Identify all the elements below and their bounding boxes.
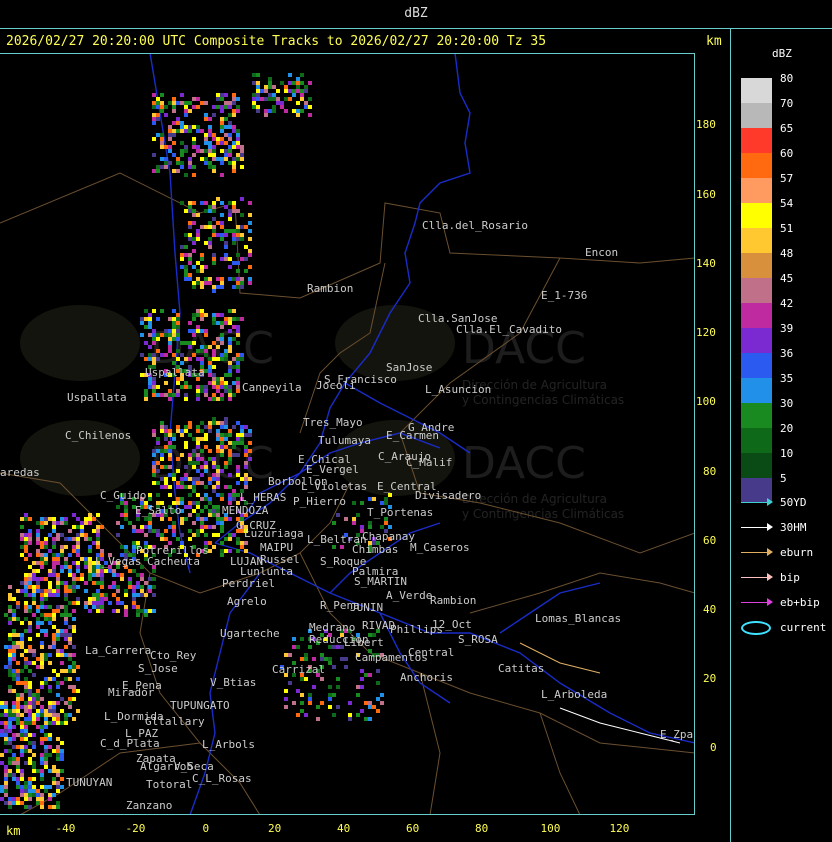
- dbz-swatch: [741, 428, 772, 453]
- x-tick-label: 100: [540, 822, 561, 835]
- x-tick-label: -20: [125, 822, 146, 835]
- dbz-value-label: 39: [780, 322, 794, 335]
- dbz-value-label: 57: [780, 172, 794, 185]
- track-legend-label: current: [780, 621, 827, 634]
- track-arrow-icon: [741, 548, 773, 556]
- y-tick-label: 140: [696, 257, 716, 270]
- dbz-swatch: [741, 228, 772, 253]
- track-arrow-icon: [741, 573, 773, 581]
- dbz-value-label: 54: [780, 197, 794, 210]
- dbz-swatch: [741, 278, 772, 303]
- dbz-value-label: 45: [780, 272, 794, 285]
- x-tick-label: 0: [202, 822, 210, 835]
- x-axis-unit-label: km: [6, 824, 21, 838]
- dbz-swatch: [741, 328, 772, 353]
- x-tick-label: 80: [475, 822, 489, 835]
- dbz-value-label: 60: [780, 147, 794, 160]
- dbz-swatch: [741, 203, 772, 228]
- y-tick-label: 180: [696, 118, 716, 131]
- y-tick-label: 20: [703, 672, 717, 685]
- dbz-value-label: 20: [780, 422, 794, 435]
- y-tick-label: 0: [710, 741, 717, 754]
- track-arrow-icon: [741, 498, 773, 506]
- window-titlebar: dBZ: [0, 0, 832, 29]
- track-legend-label: 50YD: [780, 496, 807, 509]
- dbz-swatch: [741, 253, 772, 278]
- track-arrow-icon: [741, 598, 773, 606]
- dbz-value-label: 30: [780, 397, 794, 410]
- track-legend-label: bip: [780, 571, 800, 584]
- x-tick-label: -40: [55, 822, 76, 835]
- track-legend-label: eb+bip: [780, 596, 820, 609]
- map-frame: [0, 53, 695, 815]
- dbz-swatch: [741, 453, 772, 478]
- dbz-value-label: 35: [780, 372, 794, 385]
- track-legend-label: eburn: [780, 546, 814, 559]
- dbz-swatch: [741, 78, 772, 103]
- track-legend-label: 30HM: [780, 521, 807, 534]
- dbz-value-label: 65: [780, 122, 794, 135]
- y-tick-label: 40: [703, 603, 717, 616]
- y-tick-label: 160: [696, 188, 716, 201]
- dbz-swatch: [741, 303, 772, 328]
- dbz-value-label: 36: [780, 347, 794, 360]
- y-axis-unit-label: km: [706, 34, 722, 49]
- x-tick-label: 120: [609, 822, 630, 835]
- window-title: dBZ: [404, 6, 428, 21]
- dbz-value-label: 70: [780, 97, 794, 110]
- x-tick-label: 20: [268, 822, 282, 835]
- dbz-value-label: 80: [780, 72, 794, 85]
- dbz-value-label: 5: [780, 472, 787, 485]
- y-tick-label: 60: [703, 534, 717, 547]
- track-arrow-icon: [741, 523, 773, 531]
- dbz-swatch: [741, 353, 772, 378]
- x-tick-label: 40: [337, 822, 351, 835]
- composite-tracks-header: 2026/02/27 20:20:00 UTC Composite Tracks…: [6, 34, 547, 49]
- dbz-value-label: 10: [780, 447, 794, 460]
- legend-title: dBZ: [772, 47, 792, 60]
- y-tick-label: 80: [703, 465, 717, 478]
- dbz-swatch: [741, 128, 772, 153]
- current-cell-icon: [741, 621, 771, 635]
- dbz-swatch: [741, 378, 772, 403]
- dbz-swatch: [741, 178, 772, 203]
- dbz-value-label: 48: [780, 247, 794, 260]
- dbz-value-label: 51: [780, 222, 794, 235]
- dbz-swatch: [741, 403, 772, 428]
- x-tick-label: 60: [406, 822, 420, 835]
- dbz-value-label: 42: [780, 297, 794, 310]
- dbz-swatch: [741, 153, 772, 178]
- y-tick-label: 100: [696, 395, 716, 408]
- y-tick-label: 120: [696, 326, 716, 339]
- dbz-swatch: [741, 103, 772, 128]
